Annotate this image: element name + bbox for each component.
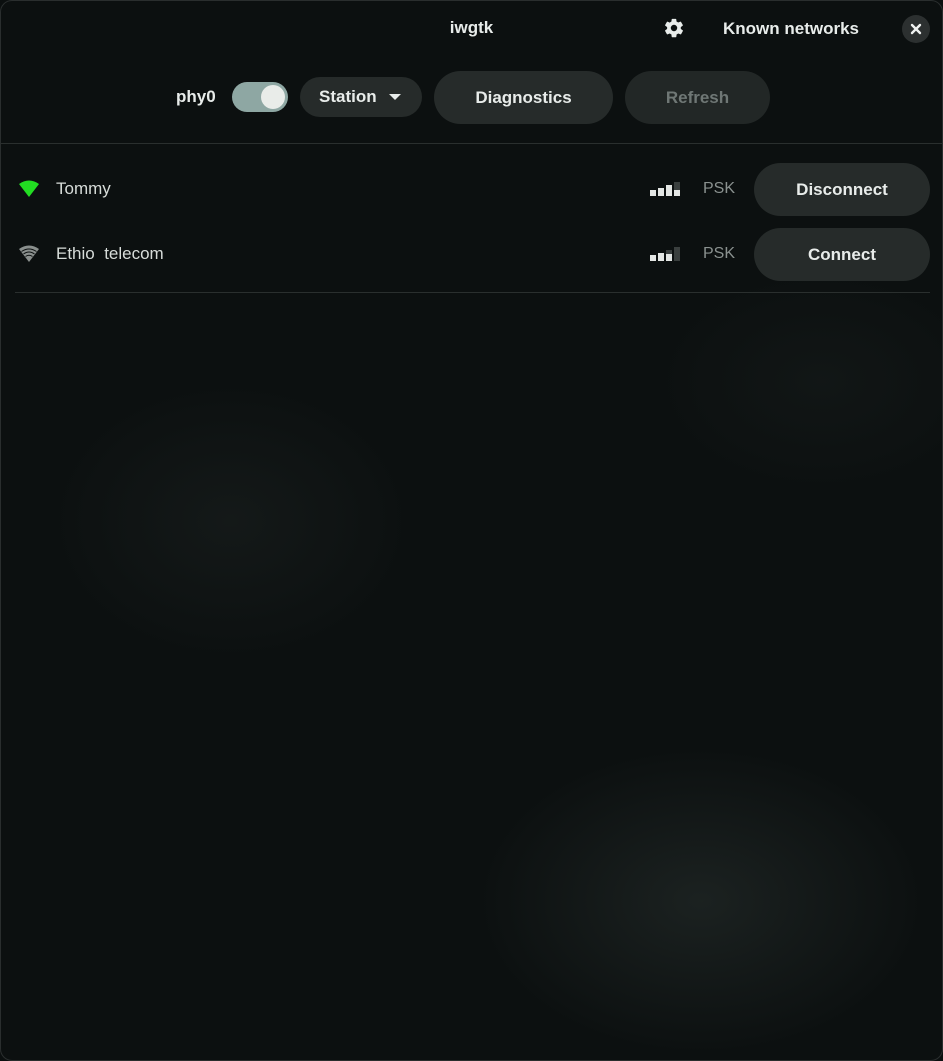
title-bar: iwgtk Known networks bbox=[1, 1, 942, 57]
network-row: Ethio telecom PSK Connect bbox=[1, 228, 942, 281]
security-label: PSK bbox=[703, 180, 736, 197]
toggle-knob bbox=[261, 85, 285, 109]
connect-button[interactable]: Connect bbox=[754, 228, 930, 281]
diagnostics-button[interactable]: Diagnostics bbox=[434, 71, 613, 124]
mode-dropdown-label: Station bbox=[319, 87, 377, 106]
close-button[interactable] bbox=[902, 15, 930, 43]
signal-strength-icon bbox=[650, 247, 680, 261]
header-divider bbox=[1, 143, 942, 144]
security-label: PSK bbox=[703, 245, 736, 262]
signal-strength-icon bbox=[650, 182, 680, 196]
known-networks-button[interactable]: Known networks bbox=[713, 16, 869, 42]
device-label: phy0 bbox=[176, 87, 216, 106]
chevron-down-icon bbox=[389, 94, 401, 100]
mode-dropdown[interactable]: Station bbox=[300, 77, 422, 117]
network-row: Tommy PSK Disconnect bbox=[1, 163, 942, 216]
refresh-button[interactable]: Refresh bbox=[625, 71, 770, 124]
wifi-connected-icon bbox=[19, 180, 39, 197]
wifi-icon bbox=[19, 245, 39, 262]
app-window: iwgtk Known networks phy0 Station Diagno… bbox=[0, 0, 943, 1061]
network-name: Ethio telecom bbox=[56, 244, 164, 263]
disconnect-button[interactable]: Disconnect bbox=[754, 163, 930, 216]
toolbar: phy0 Station Diagnostics Refresh bbox=[1, 71, 942, 124]
gear-icon[interactable] bbox=[663, 17, 685, 39]
list-divider bbox=[15, 292, 930, 293]
network-name: Tommy bbox=[56, 179, 111, 198]
device-power-toggle[interactable] bbox=[232, 82, 288, 112]
close-icon bbox=[910, 23, 922, 35]
